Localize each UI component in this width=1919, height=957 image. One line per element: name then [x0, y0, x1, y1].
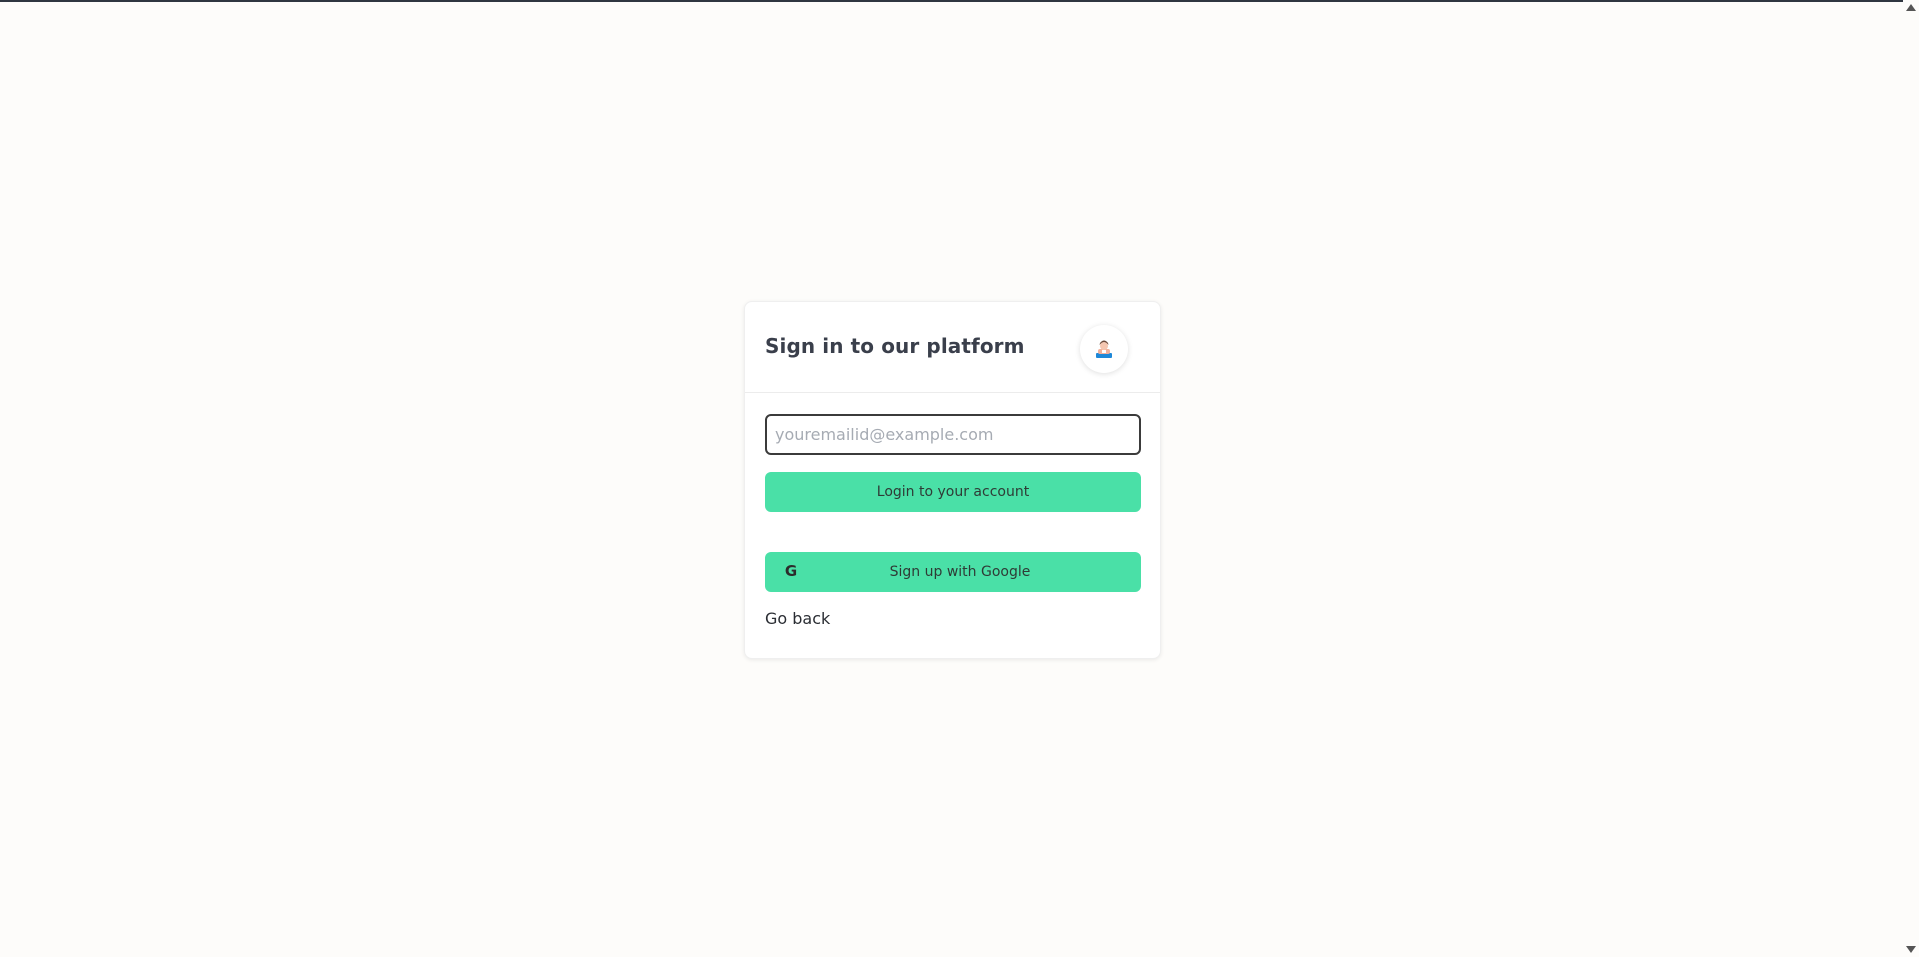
- vertical-scrollbar[interactable]: [1903, 0, 1919, 957]
- go-back-link[interactable]: Go back: [765, 609, 830, 628]
- scroll-up-icon[interactable]: [1906, 4, 1916, 11]
- top-border: [0, 0, 1903, 2]
- google-signup-button[interactable]: G Sign up with Google: [765, 552, 1141, 592]
- google-signup-label: Sign up with Google: [889, 564, 1031, 580]
- login-button[interactable]: Login to your account: [765, 472, 1141, 512]
- scroll-down-icon[interactable]: [1906, 946, 1916, 953]
- avatar: [1080, 325, 1128, 373]
- page-title: Sign in to our platform: [765, 334, 1025, 358]
- login-button-label: Login to your account: [876, 484, 1030, 500]
- user-avatar-icon: [1096, 340, 1112, 358]
- email-field[interactable]: [765, 414, 1141, 455]
- google-icon: G: [784, 562, 798, 580]
- sign-in-card: Sign in to our platform Login to your ac…: [744, 301, 1161, 659]
- card-header: Sign in to our platform: [745, 302, 1160, 393]
